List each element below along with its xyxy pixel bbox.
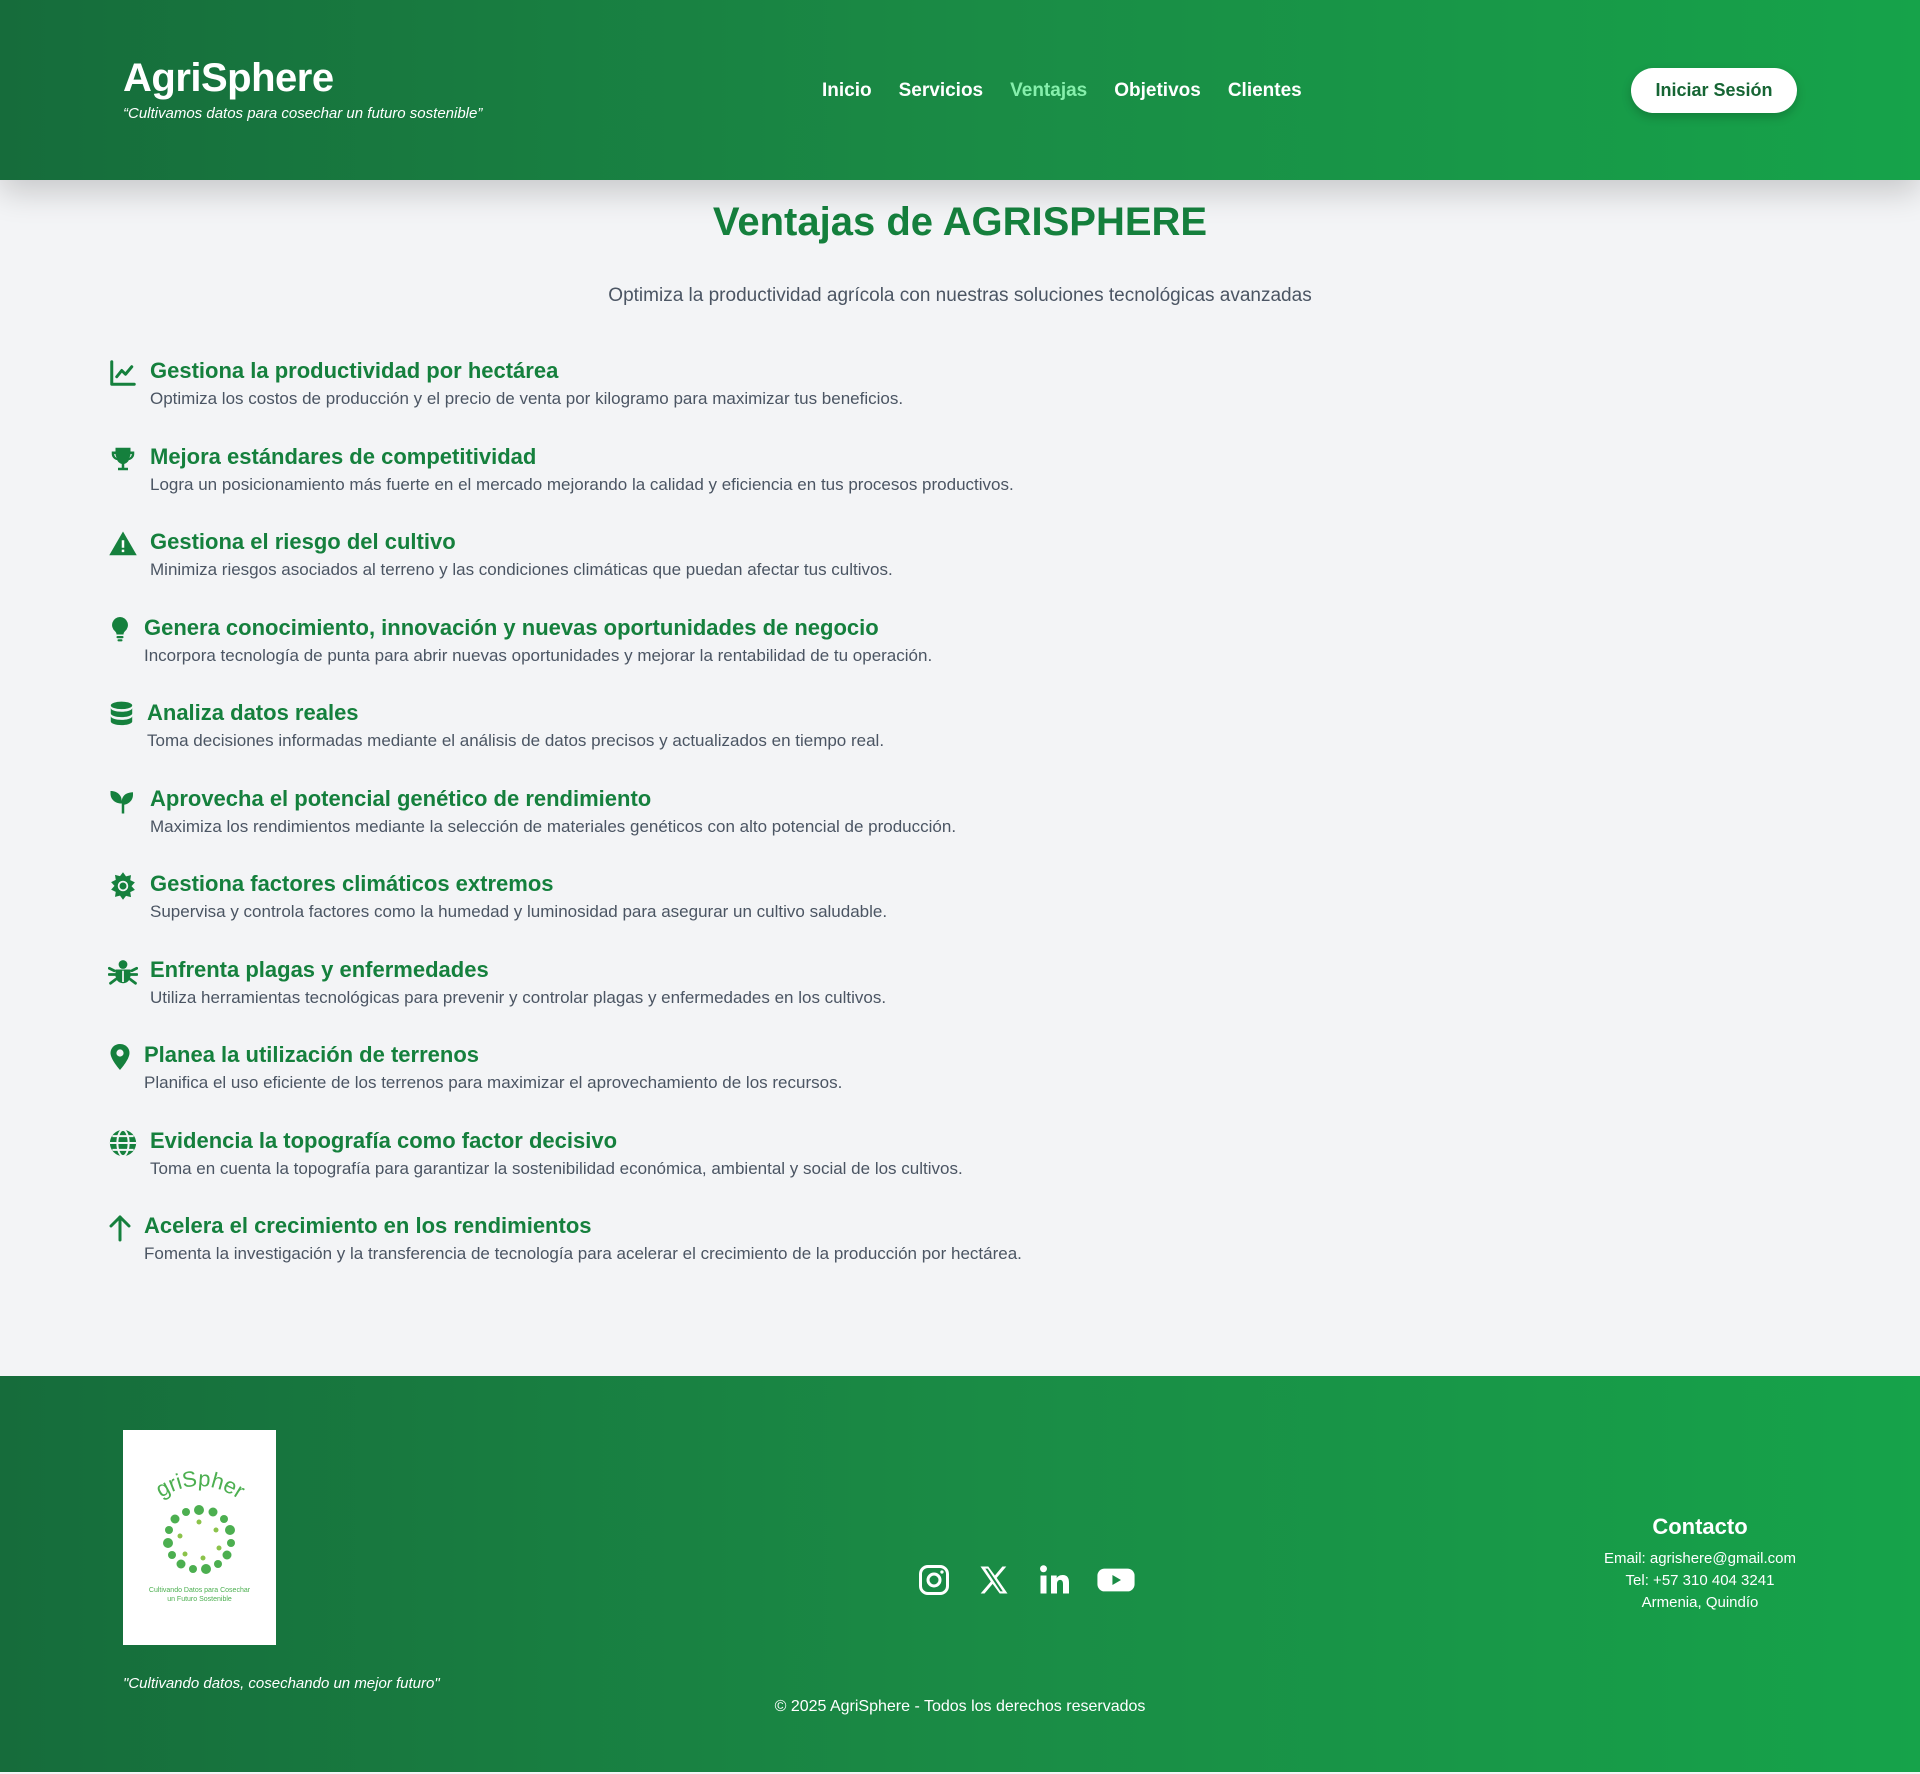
feature-title: Analiza datos reales: [147, 700, 359, 725]
features-list: Gestiona la productividad por hectárea O…: [108, 356, 1508, 1297]
feature-description: Planifica el uso eficiente de los terren…: [144, 1073, 843, 1092]
feature-title: Acelera el crecimiento en los rendimient…: [144, 1213, 592, 1238]
sun-icon: [108, 871, 138, 901]
social-links: [916, 1562, 1136, 1598]
logo-wordmark: AgriSphere: [123, 1430, 249, 1503]
feature-item: Gestiona factores climáticos extremos Su…: [108, 869, 1508, 955]
feature-title: Aprovecha el potencial genético de rendi…: [150, 785, 652, 811]
logo-caption-2: un Futuro Sostenible: [167, 1596, 232, 1603]
feature-description: Utiliza herramientas tecnológicas para p…: [150, 987, 887, 1007]
footer-quote: "Cultivando datos, cosechando un mejor f…: [123, 1675, 440, 1692]
x-icon[interactable]: [976, 1562, 1012, 1598]
chart-line-icon: [108, 358, 138, 388]
nav-ventajas[interactable]: Ventajas: [1010, 76, 1087, 106]
feature-item: Acelera el crecimiento en los rendimient…: [108, 1211, 1508, 1297]
feature-description: Optimiza los costos de producción y el p…: [150, 389, 904, 408]
feature-description: Logra un posicionamiento más fuerte en e…: [150, 474, 1014, 494]
globe-icon: [108, 1128, 138, 1158]
feature-description: Supervisa y controla factores como la hu…: [150, 902, 888, 921]
page-title: Ventajas de AGRISPHERE: [712, 200, 1208, 244]
feature-title: Gestiona el riesgo del cultivo: [150, 529, 456, 554]
seedling-icon: [108, 786, 138, 816]
nav-inicio[interactable]: Inicio: [822, 76, 872, 106]
footer-logo[interactable]: AgriSphere Cultivando Datos para Cosecha…: [123, 1430, 276, 1645]
feature-item: Mejora estándares de competitividad Logr…: [108, 442, 1508, 528]
feature-title: Gestiona la productividad por hectárea: [150, 358, 559, 383]
contact-city: Armenia, Quindío: [1641, 1594, 1759, 1611]
feature-description: Minimiza riesgos asociados al terreno y …: [150, 560, 893, 579]
contact-phone[interactable]: Tel: +57 310 404 3241: [1550, 1570, 1850, 1592]
feature-item: Analiza datos reales Toma decisiones inf…: [108, 698, 1508, 784]
brand-tagline: “Cultivamos datos para cosechar un futur…: [123, 105, 483, 122]
feature-description: Maximiza los rendimientos mediante la se…: [150, 816, 957, 836]
map-pin-icon: [108, 1042, 132, 1072]
page-subtitle: Optimiza la productividad agrícola con n…: [608, 285, 1312, 306]
feature-description: Toma en cuenta la topografía para garant…: [150, 1158, 963, 1178]
feature-item: Enfrenta plagas y enfermedades Utiliza h…: [108, 955, 1508, 1041]
feature-item: Planea la utilización de terrenos Planif…: [108, 1040, 1508, 1126]
nav-servicios[interactable]: Servicios: [899, 76, 984, 106]
feature-item: Gestiona la productividad por hectárea O…: [108, 356, 1508, 442]
logo-dots: [163, 1505, 235, 1574]
feature-description: Fomenta la investigación y la transferen…: [144, 1244, 1022, 1263]
youtube-icon[interactable]: [1096, 1562, 1136, 1598]
contact-block: Contacto Email: agrishere@gmail.com Tel:…: [1550, 1512, 1850, 1614]
instagram-icon[interactable]: [916, 1562, 952, 1598]
site-footer: AgriSphere Cultivando Datos para Cosecha…: [0, 1376, 1920, 1772]
nav-objetivos[interactable]: Objetivos: [1114, 76, 1201, 106]
bug-icon: [108, 957, 138, 987]
nav-clientes[interactable]: Clientes: [1228, 76, 1302, 106]
brand-title: AgriSphere: [123, 56, 334, 100]
site-header: AgriSphere “Cultivamos datos para cosech…: [0, 0, 1920, 180]
login-button[interactable]: Iniciar Sesión: [1631, 68, 1797, 113]
lightbulb-icon: [108, 615, 132, 645]
feature-description: Toma decisiones informadas mediante el a…: [147, 731, 885, 750]
warning-icon: [108, 529, 138, 559]
feature-item: Gestiona el riesgo del cultivo Minimiza …: [108, 527, 1508, 613]
logo-caption-1: Cultivando Datos para Cosechar: [149, 1587, 251, 1594]
feature-description: Incorpora tecnología de punta para abrir…: [144, 645, 933, 665]
database-icon: [108, 700, 135, 730]
contact-title: Contacto: [1652, 1514, 1748, 1539]
feature-title: Gestiona factores climáticos extremos: [150, 871, 554, 896]
arrow-up-icon: [108, 1213, 132, 1243]
linkedin-icon[interactable]: [1036, 1562, 1072, 1598]
trophy-icon: [108, 444, 138, 474]
copyright: © 2025 AgriSphere - Todos los derechos r…: [774, 1698, 1146, 1715]
feature-title: Evidencia la topografía como factor deci…: [150, 1127, 618, 1153]
feature-title: Enfrenta plagas y enfermedades: [150, 956, 489, 982]
feature-item: Evidencia la topografía como factor deci…: [108, 1126, 1508, 1212]
feature-item: Genera conocimiento, innovación y nuevas…: [108, 613, 1508, 699]
feature-title: Mejora estándares de competitividad: [150, 443, 537, 469]
brand[interactable]: AgriSphere “Cultivamos datos para cosech…: [123, 52, 482, 124]
feature-title: Genera conocimiento, innovación y nuevas…: [144, 614, 879, 640]
main-nav: Inicio Servicios Ventajas Objetivos Clie…: [822, 76, 1302, 106]
feature-item: Aprovecha el potencial genético de rendi…: [108, 784, 1508, 870]
feature-title: Planea la utilización de terrenos: [144, 1042, 479, 1067]
contact-email[interactable]: Email: agrishere@gmail.com: [1550, 1548, 1850, 1570]
